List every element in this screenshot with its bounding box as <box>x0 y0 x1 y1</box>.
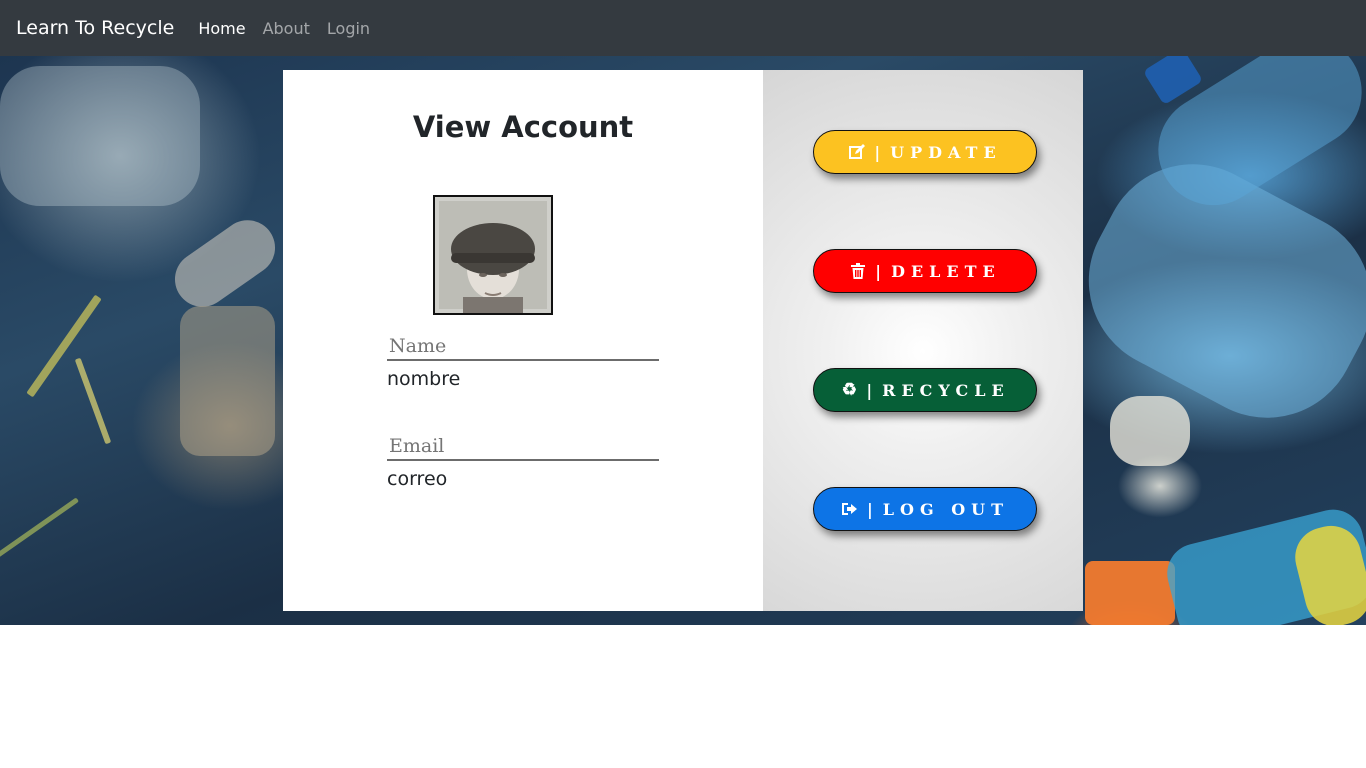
trash-icon <box>849 262 867 280</box>
name-label: Name <box>387 335 659 361</box>
actions-panel: | UPDATE | DELETE ♻ | RECYCLE | LOG OUT <box>763 70 1083 611</box>
delete-label: DELETE <box>891 261 1001 281</box>
logout-label: LOG OUT <box>882 499 1010 519</box>
recycle-label: RECYCLE <box>882 380 1010 400</box>
nav-link-login[interactable]: Login <box>327 19 370 38</box>
name-value: nombre <box>387 368 461 390</box>
account-card: View Account Name nombre Email correo <box>283 70 763 611</box>
logout-separator: | <box>866 499 873 519</box>
brand-logo[interactable]: Learn To Recycle <box>16 17 174 39</box>
recycle-icon: ♻ <box>841 380 857 400</box>
email-value: correo <box>387 468 448 490</box>
update-label: UPDATE <box>890 142 1002 162</box>
page-title: View Account <box>412 110 634 144</box>
recycle-button[interactable]: ♻ | RECYCLE <box>813 368 1037 412</box>
nav-link-about[interactable]: About <box>263 19 310 38</box>
sign-out-icon <box>841 500 859 518</box>
edit-icon <box>848 143 866 161</box>
avatar-photo <box>435 197 551 313</box>
logout-button[interactable]: | LOG OUT <box>813 487 1037 531</box>
navbar: Learn To Recycle Home About Login <box>0 0 1366 56</box>
nav-link-home[interactable]: Home <box>198 19 245 38</box>
email-label: Email <box>387 435 659 461</box>
recycle-separator: | <box>866 380 873 400</box>
update-separator: | <box>874 142 881 162</box>
delete-separator: | <box>875 261 882 281</box>
profile-avatar <box>433 195 553 315</box>
update-button[interactable]: | UPDATE <box>813 130 1037 174</box>
delete-button[interactable]: | DELETE <box>813 249 1037 293</box>
